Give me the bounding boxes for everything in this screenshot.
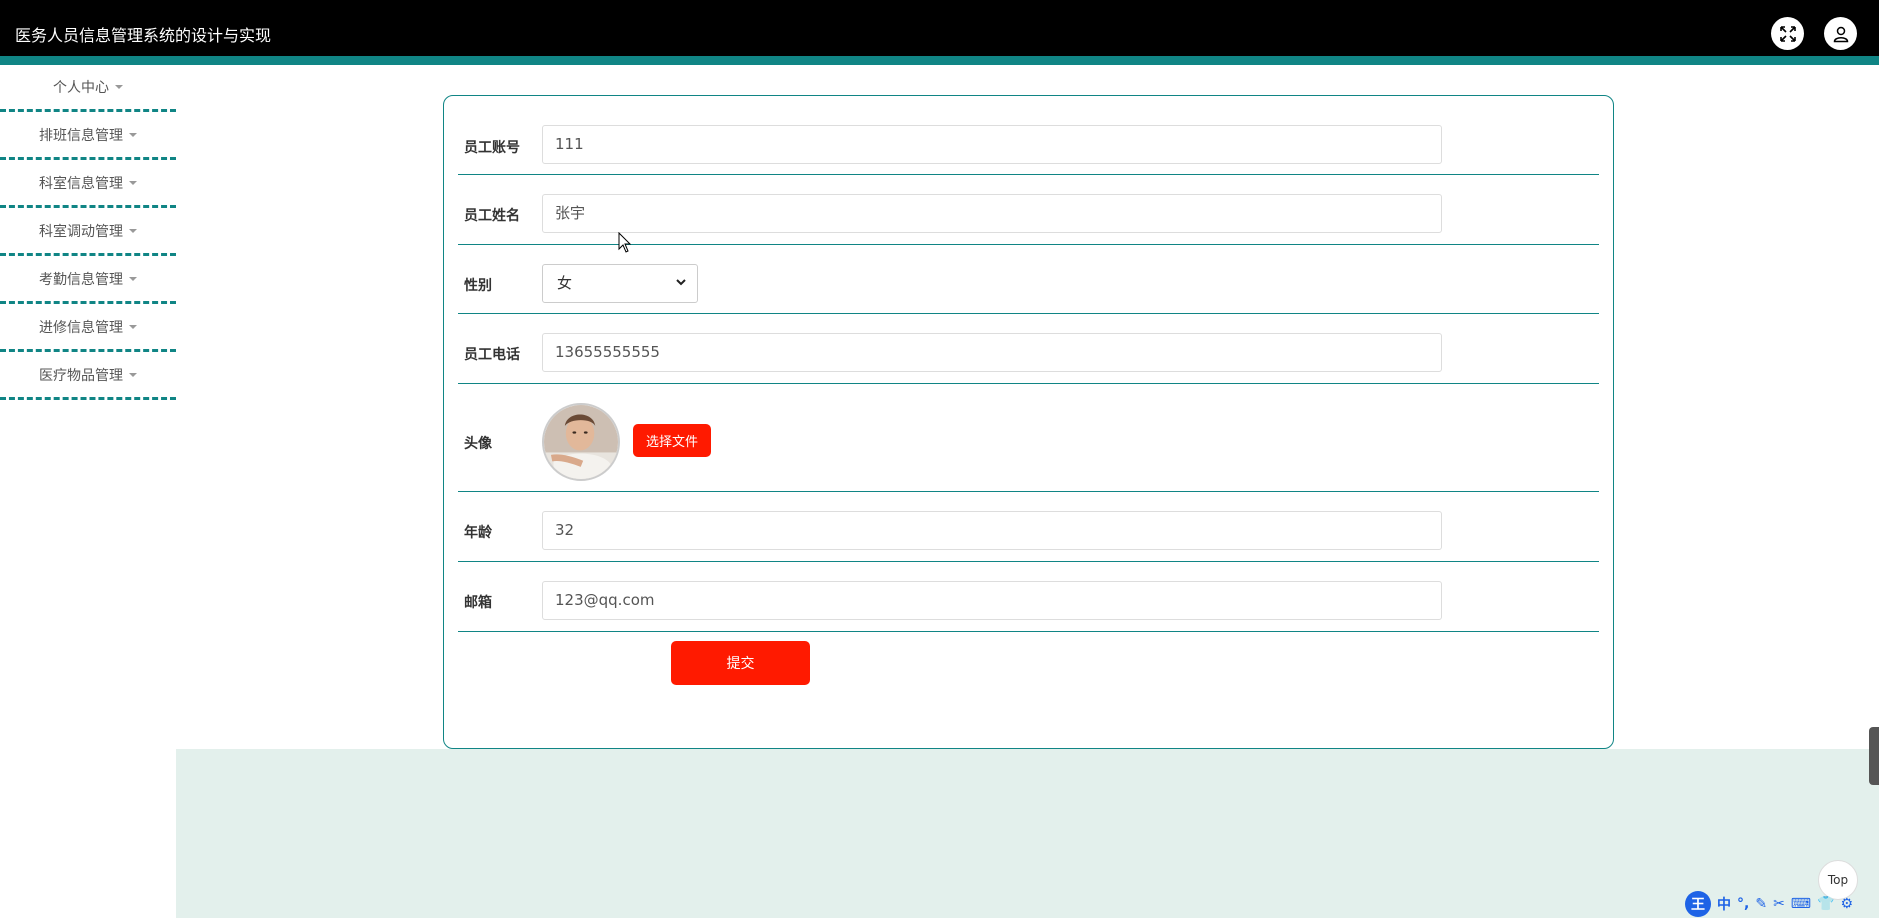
ime-language-toggle[interactable]: 中: [1717, 894, 1731, 914]
sidebar-item-schedule[interactable]: 排班信息管理: [0, 112, 176, 160]
user-icon: [1833, 26, 1848, 42]
form-row-email: 邮箱 123@qq.com: [458, 562, 1599, 632]
sidebar: 个人中心 排班信息管理 科室信息管理 科室调动管理 考勤信息管理 进修信息管理 …: [0, 65, 176, 400]
profile-form-card: 员工账号 111 员工姓名 张宇 性别 女 员工电话 13655555555 头…: [443, 95, 1614, 749]
sidebar-item-label: 医疗物品管理: [39, 367, 123, 384]
form-row-account: 员工账号 111: [458, 96, 1599, 175]
choose-file-button[interactable]: 选择文件: [633, 424, 711, 457]
caret-down-icon: [129, 180, 137, 185]
name-input[interactable]: 张宇: [542, 194, 1442, 233]
sidebar-item-label: 考勤信息管理: [39, 271, 123, 288]
fullscreen-button[interactable]: [1771, 17, 1804, 50]
age-label: 年龄: [464, 525, 492, 541]
caret-down-icon: [129, 276, 137, 281]
caret-down-icon: [129, 372, 137, 377]
sidebar-item-label: 科室信息管理: [39, 175, 123, 192]
sidebar-item-transfer[interactable]: 科室调动管理: [0, 208, 176, 256]
account-input[interactable]: 111: [542, 125, 1442, 164]
gender-label: 性别: [464, 278, 492, 294]
form-row-age: 年龄 32: [458, 492, 1599, 562]
ime-toolbar: 王 中 °, ✎ ✂ ⌨ 👕 ⚙: [1685, 890, 1853, 918]
age-input[interactable]: 32: [542, 511, 1442, 550]
sidebar-item-medical-supplies[interactable]: 医疗物品管理: [0, 352, 176, 400]
gender-select[interactable]: 女: [542, 264, 698, 303]
caret-down-icon: [129, 132, 137, 137]
scissors-icon[interactable]: ✂: [1773, 896, 1785, 912]
header-accent-line: [0, 56, 1879, 65]
content-footer-area: [176, 749, 1879, 918]
avatar-label: 头像: [464, 436, 492, 452]
form-row-gender: 性别 女: [458, 245, 1599, 314]
avatar-image: [542, 403, 620, 481]
sidebar-item-training[interactable]: 进修信息管理: [0, 304, 176, 352]
sidebar-item-attendance[interactable]: 考勤信息管理: [0, 256, 176, 304]
skin-icon[interactable]: 👕: [1817, 896, 1834, 912]
phone-label: 员工电话: [464, 347, 520, 363]
punctuation-icon[interactable]: °,: [1737, 896, 1749, 912]
mouse-cursor-icon: [618, 232, 632, 253]
settings-gear-icon[interactable]: ⚙: [1840, 896, 1853, 912]
phone-input[interactable]: 13655555555: [542, 333, 1442, 372]
sidebar-item-personal-center[interactable]: 个人中心: [0, 65, 176, 112]
form-row-phone: 员工电话 13655555555: [458, 314, 1599, 384]
chevron-down-icon: [676, 279, 686, 286]
sidebar-item-label: 排班信息管理: [39, 127, 123, 144]
sidebar-item-label: 科室调动管理: [39, 223, 123, 240]
caret-down-icon: [115, 85, 123, 89]
form-row-avatar: 头像 选择文件: [458, 384, 1599, 492]
pen-icon[interactable]: ✎: [1755, 896, 1767, 912]
sidebar-item-label: 个人中心: [53, 80, 109, 96]
sidebar-item-department[interactable]: 科室信息管理: [0, 160, 176, 208]
account-label: 员工账号: [464, 140, 520, 156]
name-label: 员工姓名: [464, 208, 520, 224]
keyboard-icon[interactable]: ⌨: [1791, 896, 1811, 912]
caret-down-icon: [129, 324, 137, 329]
ime-logo-icon[interactable]: 王: [1685, 891, 1711, 917]
app-title: 医务人员信息管理系统的设计与实现: [15, 26, 272, 45]
gender-selected-value: 女: [557, 274, 573, 292]
submit-button[interactable]: 提交: [671, 641, 810, 685]
caret-down-icon: [129, 228, 137, 233]
side-panel-handle[interactable]: [1869, 727, 1879, 785]
sidebar-item-label: 进修信息管理: [39, 319, 123, 336]
email-input[interactable]: 123@qq.com: [542, 581, 1442, 620]
fullscreen-icon: [1779, 25, 1796, 42]
email-label: 邮箱: [464, 595, 492, 611]
top-header: 医务人员信息管理系统的设计与实现: [0, 0, 1879, 56]
user-button[interactable]: [1824, 17, 1857, 50]
